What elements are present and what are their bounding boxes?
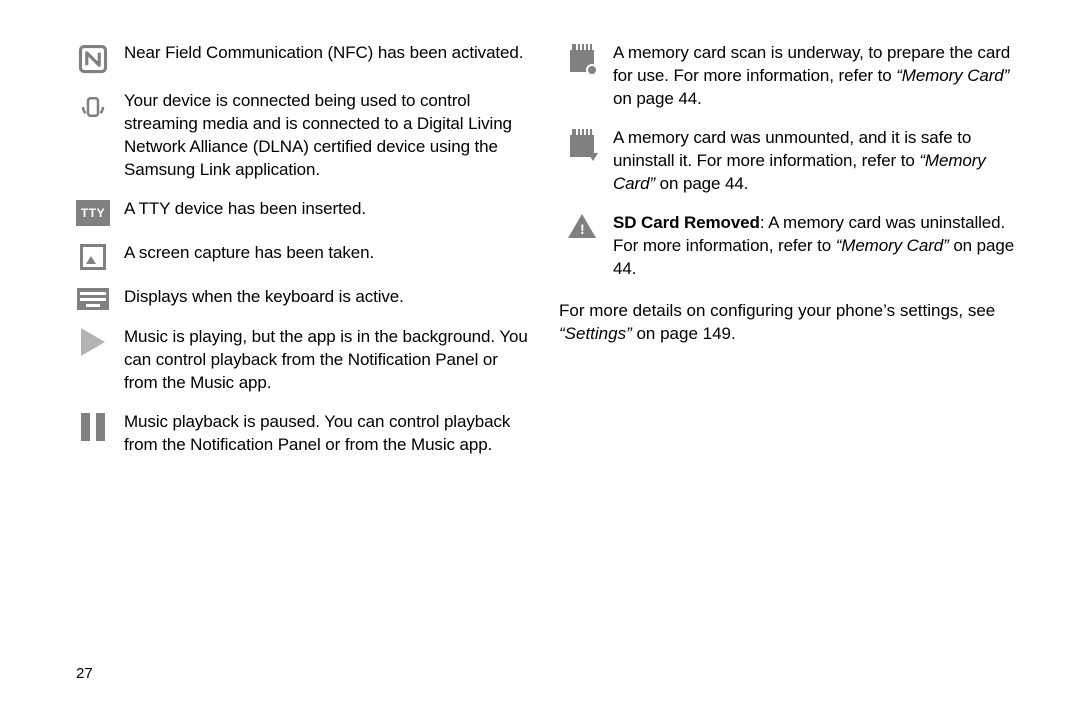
screenshot-icon bbox=[70, 242, 116, 270]
right-column: A memory card scan is underway, to prepa… bbox=[559, 42, 1020, 720]
entry-text: Near Field Communication (NFC) has been … bbox=[116, 42, 531, 74]
entry-music-play: Music is playing, but the app is in the … bbox=[70, 326, 531, 395]
entry-text: Music playback is paused. You can contro… bbox=[116, 411, 531, 457]
entry-text: SD Card Removed: A memory card was unins… bbox=[605, 212, 1020, 281]
warning-icon bbox=[559, 212, 605, 281]
entry-sd-removed: SD Card Removed: A memory card was unins… bbox=[559, 212, 1020, 281]
entry-dlna: Your device is connected being used to c… bbox=[70, 90, 531, 182]
entry-text: A memory card scan is underway, to prepa… bbox=[605, 42, 1020, 111]
entry-text: Displays when the keyboard is active. bbox=[116, 286, 531, 310]
play-icon bbox=[70, 326, 116, 395]
entry-music-pause: Music playback is paused. You can contro… bbox=[70, 411, 531, 457]
entry-text: A screen capture has been taken. bbox=[116, 242, 531, 270]
dlna-icon bbox=[70, 90, 116, 182]
tty-icon: TTY bbox=[70, 198, 116, 226]
entry-nfc: Near Field Communication (NFC) has been … bbox=[70, 42, 531, 74]
nfc-icon bbox=[70, 42, 116, 74]
entry-text: A memory card was unmounted, and it is s… bbox=[605, 127, 1020, 196]
entry-sd-scan: A memory card scan is underway, to prepa… bbox=[559, 42, 1020, 111]
entry-text: Music is playing, but the app is in the … bbox=[116, 326, 531, 395]
footer-note: For more details on configuring your pho… bbox=[559, 300, 1020, 346]
entry-text: A TTY device has been inserted. bbox=[116, 198, 531, 226]
keyboard-icon bbox=[70, 286, 116, 310]
entry-sd-unmount: A memory card was unmounted, and it is s… bbox=[559, 127, 1020, 196]
manual-page: Near Field Communication (NFC) has been … bbox=[0, 0, 1080, 720]
sd-scan-icon bbox=[559, 42, 605, 111]
page-number: 27 bbox=[76, 665, 93, 682]
entry-text: Your device is connected being used to c… bbox=[116, 90, 531, 182]
entry-screenshot: A screen capture has been taken. bbox=[70, 242, 531, 270]
left-column: Near Field Communication (NFC) has been … bbox=[70, 42, 559, 720]
pause-icon bbox=[70, 411, 116, 457]
entry-keyboard: Displays when the keyboard is active. bbox=[70, 286, 531, 310]
sd-unmount-icon bbox=[559, 127, 605, 196]
entry-tty: TTY A TTY device has been inserted. bbox=[70, 198, 531, 226]
